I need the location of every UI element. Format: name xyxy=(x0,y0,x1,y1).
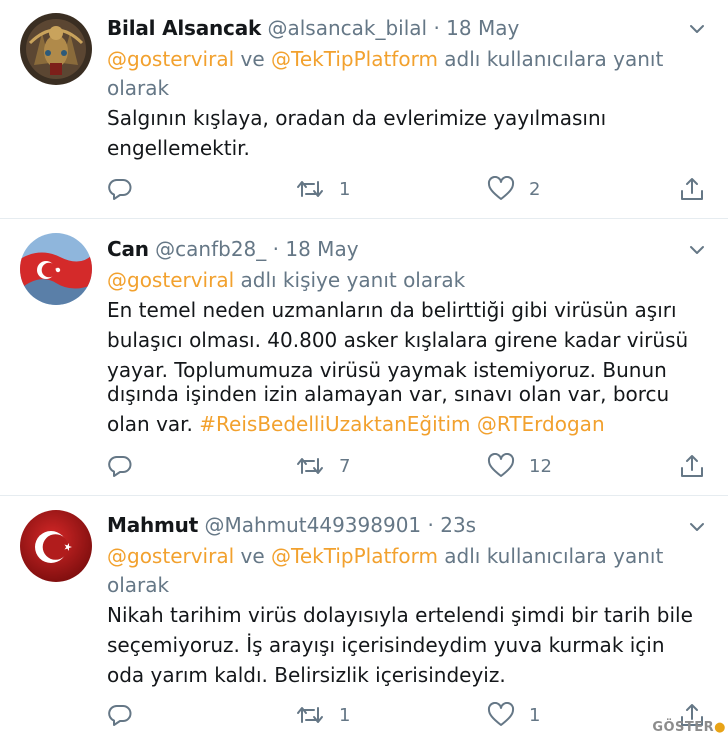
tweet-text-line: dışında işinden izin alamayan var, sınav… xyxy=(107,382,670,406)
watermark-text: GÖSTER xyxy=(652,720,715,735)
handle[interactable]: @canfb28_ xyxy=(155,237,266,261)
turkish-flag-icon xyxy=(20,233,92,305)
avatar[interactable] xyxy=(20,13,92,85)
display-name[interactable]: Can xyxy=(107,237,149,261)
handle[interactable]: @alsancak_bilal xyxy=(267,16,427,40)
timestamp[interactable]: 18 May xyxy=(446,16,519,40)
retweet-button[interactable]: 7 xyxy=(295,451,350,481)
tweet-text-line: Salgının kışlaya, oradan da evlerimize y… xyxy=(107,106,607,130)
tweet-header: Mahmut @Mahmut449398901 · 23s xyxy=(107,509,714,541)
retweet-count: 7 xyxy=(339,455,351,477)
chevron-down-icon[interactable] xyxy=(686,18,708,40)
separator-dot: · xyxy=(433,16,440,40)
retweet-button[interactable]: 1 xyxy=(295,174,350,204)
heart-icon xyxy=(487,176,515,200)
reply-suffix: adlı kişiye yanıt olarak xyxy=(234,268,466,292)
retweet-icon xyxy=(297,458,323,474)
chevron-down-icon[interactable] xyxy=(686,239,708,261)
reply-icon xyxy=(108,178,132,200)
avatar[interactable] xyxy=(20,233,92,305)
tweet-text-line: En temel neden uzmanların da belirttiği … xyxy=(107,298,677,322)
tweet-actions: 1 1 xyxy=(107,700,707,730)
hashtag-link[interactable]: #ReisBedelliUzaktanEğitim xyxy=(199,412,470,436)
tweet[interactable]: Mahmut @Mahmut449398901 · 23s @gostervir… xyxy=(0,496,728,741)
tweet-text-line: oda yarım kaldı. Belirsizlik içerisindey… xyxy=(107,663,506,687)
reply-button[interactable] xyxy=(107,700,133,730)
separator-dot: · xyxy=(427,513,434,537)
share-icon xyxy=(681,455,703,477)
like-button[interactable]: 12 xyxy=(487,451,552,481)
crescent-star-icon xyxy=(20,510,92,582)
reply-context: @gosterviral adlı kişiye yanıt olarak xyxy=(107,265,714,295)
like-count: 1 xyxy=(529,704,541,726)
reply-icon xyxy=(108,455,132,477)
tweet-actions: 7 12 xyxy=(107,451,707,481)
reply-button[interactable] xyxy=(107,174,133,204)
tweet-actions: 1 2 xyxy=(107,174,707,204)
tweet-text-line: Nikah tarihim virüs dolayısıyla ertelend… xyxy=(107,603,693,627)
tweet-text-line: engellemektir. xyxy=(107,136,250,160)
reply-suffix: adlı kullanıcılara yanıt xyxy=(437,47,664,71)
tweet-header: Can @canfb28_ · 18 May xyxy=(107,233,714,265)
mention-link[interactable]: @gosterviral xyxy=(107,47,234,71)
mention-link[interactable]: @TekTipPlatform xyxy=(271,544,438,568)
tweet[interactable]: Can @canfb28_ · 18 May @gosterviral adlı… xyxy=(0,219,728,495)
retweet-icon xyxy=(297,181,323,197)
share-button[interactable] xyxy=(679,174,705,204)
heart-icon xyxy=(487,453,515,477)
reply-context-line2: olarak xyxy=(107,573,170,597)
retweet-icon xyxy=(297,707,323,723)
handle[interactable]: @Mahmut449398901 xyxy=(204,513,421,537)
mention-link[interactable]: @gosterviral xyxy=(107,544,234,568)
avatar[interactable] xyxy=(20,510,92,582)
timestamp[interactable]: 18 May xyxy=(285,237,358,261)
chevron-down-icon[interactable] xyxy=(686,516,708,538)
display-name[interactable]: Mahmut xyxy=(107,513,198,537)
like-button[interactable]: 1 xyxy=(487,700,540,730)
ottoman-coat-of-arms-icon xyxy=(20,13,92,85)
like-count: 2 xyxy=(529,178,541,200)
watermark-dot-icon: ● xyxy=(714,720,726,735)
heart-icon xyxy=(487,702,515,726)
tweet-text-line: bulaşıcı olması. 40.800 asker kışlalara … xyxy=(107,328,689,352)
share-icon xyxy=(681,178,703,200)
reply-icon xyxy=(108,704,132,726)
timestamp[interactable]: 23s xyxy=(440,513,476,537)
tweet-header: Bilal Alsancak @alsancak_bilal · 18 May xyxy=(107,12,714,44)
watermark-logo: GÖSTER● xyxy=(652,720,726,735)
like-count: 12 xyxy=(529,455,552,477)
display-name[interactable]: Bilal Alsancak xyxy=(107,16,261,40)
reply-conjunction: ve xyxy=(234,544,272,568)
tweet-text-line: seçemiyoruz. İş arayışı içerisindeydim y… xyxy=(107,633,665,657)
retweet-count: 1 xyxy=(339,178,351,200)
tweet[interactable]: Bilal Alsancak @alsancak_bilal · 18 May … xyxy=(0,0,728,218)
reply-context: @gosterviral ve @TekTipPlatform adlı kul… xyxy=(107,44,714,74)
tweet-text-segment: olan var. xyxy=(107,412,200,436)
mention-link[interactable]: @RTErdogan xyxy=(477,412,605,436)
like-button[interactable]: 2 xyxy=(487,174,540,204)
tweet-text-line: olan var. #ReisBedelliUzaktanEğitim @RTE… xyxy=(107,409,714,439)
reply-suffix: adlı kullanıcılara yanıt xyxy=(437,544,664,568)
separator-dot: · xyxy=(272,237,280,261)
share-button[interactable] xyxy=(679,451,705,481)
mention-link[interactable]: @TekTipPlatform xyxy=(271,47,438,71)
retweet-button[interactable]: 1 xyxy=(295,700,350,730)
retweet-count: 1 xyxy=(339,704,351,726)
reply-context-line2: olarak xyxy=(107,76,170,100)
reply-conjunction: ve xyxy=(234,47,272,71)
reply-context: @gosterviral ve @TekTipPlatform adlı kul… xyxy=(107,541,714,571)
mention-link[interactable]: @gosterviral xyxy=(107,268,234,292)
reply-button[interactable] xyxy=(107,451,133,481)
